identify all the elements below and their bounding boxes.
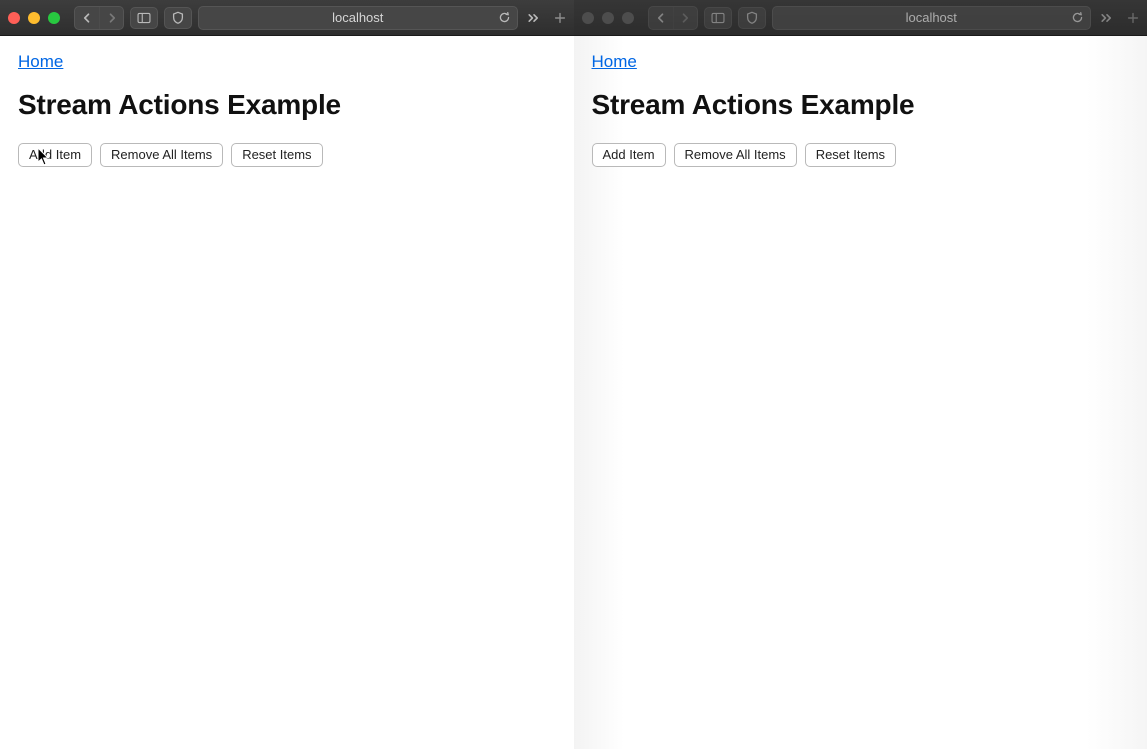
reload-button[interactable] xyxy=(498,7,511,29)
overflow-menu-button[interactable] xyxy=(1097,10,1117,26)
window-controls xyxy=(582,12,634,24)
chevron-right-icon xyxy=(106,12,118,24)
browser-toolbar: localhost xyxy=(0,0,574,36)
sidebar-toggle-button[interactable] xyxy=(130,7,158,29)
page-title: Stream Actions Example xyxy=(18,89,556,121)
nav-back-button[interactable] xyxy=(649,7,673,29)
sidebar-toggle-button[interactable] xyxy=(704,7,732,29)
address-bar[interactable]: localhost xyxy=(198,6,518,30)
browser-toolbar: localhost xyxy=(574,0,1147,36)
nav-forward-button[interactable] xyxy=(99,7,123,29)
shield-icon xyxy=(171,11,185,25)
chevron-left-icon xyxy=(81,12,93,24)
sidebar-icon xyxy=(711,11,725,25)
window-close-button[interactable] xyxy=(8,12,20,24)
action-button-row: Add Item Remove All Items Reset Items xyxy=(592,143,1130,167)
nav-forward-button[interactable] xyxy=(673,7,697,29)
privacy-shield-button[interactable] xyxy=(164,7,192,29)
reload-button[interactable] xyxy=(1071,7,1084,29)
privacy-shield-button[interactable] xyxy=(738,7,766,29)
reset-items-button[interactable]: Reset Items xyxy=(805,143,896,167)
page-content: Home Stream Actions Example Add Item Rem… xyxy=(574,36,1147,749)
new-tab-button[interactable] xyxy=(1123,0,1143,35)
remove-all-items-button[interactable]: Remove All Items xyxy=(100,143,223,167)
double-chevron-right-icon xyxy=(526,10,542,26)
action-button-row: Add Item Remove All Items Reset Items xyxy=(18,143,556,167)
window-minimize-button[interactable] xyxy=(602,12,614,24)
page-content: Home Stream Actions Example Add Item Rem… xyxy=(0,36,574,749)
chevron-right-icon xyxy=(679,12,691,24)
window-close-button[interactable] xyxy=(582,12,594,24)
browser-window-left: localhost Home Stream Actions Example Ad… xyxy=(0,0,574,749)
chevron-left-icon xyxy=(655,12,667,24)
sidebar-icon xyxy=(137,11,151,25)
add-item-button[interactable]: Add Item xyxy=(18,143,92,167)
shield-icon xyxy=(745,11,759,25)
page-title: Stream Actions Example xyxy=(592,89,1130,121)
window-maximize-button[interactable] xyxy=(622,12,634,24)
double-chevron-right-icon xyxy=(1099,10,1115,26)
address-text: localhost xyxy=(332,10,383,25)
home-link[interactable]: Home xyxy=(18,48,63,75)
home-link[interactable]: Home xyxy=(592,48,637,75)
window-controls xyxy=(8,12,60,24)
address-text: localhost xyxy=(906,10,957,25)
reload-icon xyxy=(498,11,511,24)
plus-icon xyxy=(1126,11,1140,25)
window-maximize-button[interactable] xyxy=(48,12,60,24)
add-item-button[interactable]: Add Item xyxy=(592,143,666,167)
nav-back-button[interactable] xyxy=(75,7,99,29)
address-bar[interactable]: localhost xyxy=(772,6,1092,30)
overflow-menu-button[interactable] xyxy=(524,10,544,26)
new-tab-button[interactable] xyxy=(550,0,570,35)
reset-items-button[interactable]: Reset Items xyxy=(231,143,322,167)
nav-back-forward-group xyxy=(648,6,698,30)
reload-icon xyxy=(1071,11,1084,24)
plus-icon xyxy=(553,11,567,25)
nav-back-forward-group xyxy=(74,6,124,30)
browser-window-right: localhost Home Stream Actions Example Ad… xyxy=(574,0,1147,749)
remove-all-items-button[interactable]: Remove All Items xyxy=(674,143,797,167)
window-minimize-button[interactable] xyxy=(28,12,40,24)
